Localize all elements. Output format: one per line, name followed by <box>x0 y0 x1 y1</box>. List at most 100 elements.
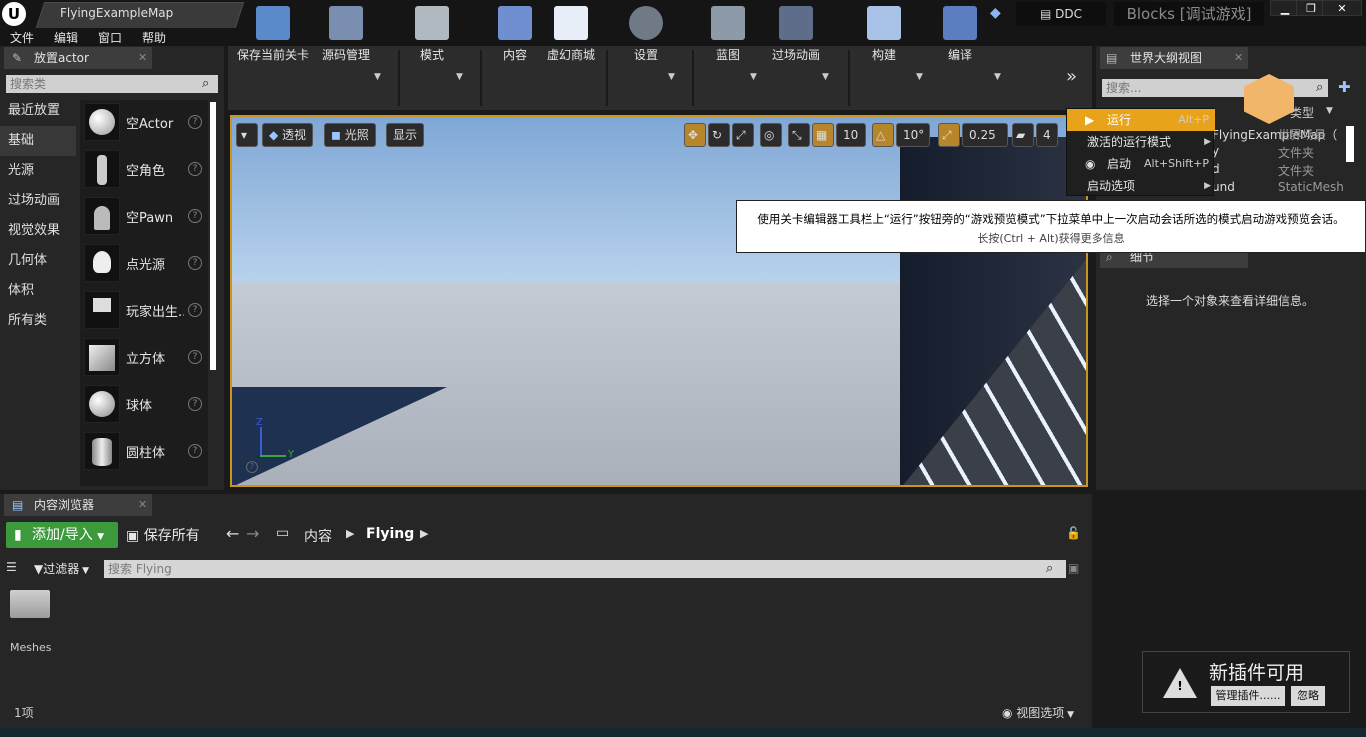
folder-icon[interactable] <box>10 590 50 618</box>
blueprints-dropdown[interactable]: ▼ <box>750 72 757 82</box>
menu-item-launch-options[interactable]: 启动选项 ▶ <box>1067 175 1215 197</box>
menu-edit[interactable]: 编辑 <box>54 29 78 46</box>
scale-icon[interactable]: ⤢ <box>732 123 754 147</box>
show-button[interactable]: 显示 <box>386 123 425 147</box>
modes-dropdown[interactable]: ▼ <box>456 72 463 82</box>
category-basic[interactable]: 基础 <box>0 126 76 156</box>
menu-help[interactable]: 帮助 <box>142 29 166 46</box>
save-search-icon[interactable]: ▣ <box>1068 561 1079 575</box>
rotation-snap-icon[interactable]: △ <box>872 123 894 147</box>
filters-button[interactable]: ▼过滤器 ▼ <box>34 560 89 577</box>
content-browser-tab[interactable]: ▤ 内容浏览器 ✕ <box>4 494 152 516</box>
rotation-snap-value[interactable]: 10° <box>896 123 930 147</box>
add-import-button[interactable]: ▮ 添加/导入 ▼ <box>6 522 118 548</box>
grid-snap-value[interactable]: 10 <box>836 123 866 147</box>
folder-icon[interactable]: ▭ <box>276 525 289 541</box>
build-dropdown[interactable]: ▼ <box>916 72 923 82</box>
actor-item-sphere[interactable]: 球体 ? <box>82 383 206 427</box>
settings-dropdown[interactable]: ▼ <box>668 72 675 82</box>
category-recent[interactable]: 最近放置 <box>0 96 76 126</box>
manage-plugins-button[interactable]: 管理插件...... <box>1211 686 1285 706</box>
marketplace-button[interactable]: 虚幻商城 <box>542 4 600 62</box>
category-cinematic[interactable]: 过场动画 <box>0 186 76 216</box>
add-folder-icon[interactable]: ✚ <box>1338 78 1351 96</box>
cinematics-button[interactable]: 过场动画 <box>768 4 824 62</box>
save-all-button[interactable]: ▣ 保存所有 <box>126 525 200 545</box>
folder-label[interactable]: Meshes <box>10 641 51 654</box>
content-search-input[interactable]: 搜索 Flying <box>104 560 1066 578</box>
menu-item-launch[interactable]: ◉ 启动 Alt+Shift+P <box>1067 153 1215 175</box>
breadcrumb-content[interactable]: 内容 <box>304 526 332 546</box>
menu-item-active-play-mode[interactable]: 激活的运行模式 ▶ <box>1067 131 1215 153</box>
category-all-classes[interactable]: 所有类 <box>0 306 76 336</box>
content-button[interactable]: 内容 <box>490 4 540 62</box>
place-actor-search-input[interactable]: 搜索类 <box>6 75 218 93</box>
outliner-scrollbar[interactable] <box>1346 126 1354 162</box>
help-icon[interactable]: ? <box>188 303 202 317</box>
translate-icon[interactable]: ✥ <box>684 123 706 147</box>
modes-button[interactable]: 模式 <box>404 4 460 62</box>
rotate-icon[interactable]: ↻ <box>708 123 730 147</box>
actor-item-cube[interactable]: 立方体 ? <box>82 336 206 380</box>
help-icon[interactable]: ? <box>246 461 258 473</box>
close-window-button[interactable]: ✕ <box>1322 0 1362 16</box>
help-icon[interactable]: ? <box>188 209 202 223</box>
viewport-options-dropdown[interactable]: ▾ <box>236 123 258 147</box>
world-outliner-tab[interactable]: ▤ 世界大纲视图 ✕ <box>1100 47 1248 69</box>
actor-item-point-light[interactable]: 点光源 ? <box>82 242 206 286</box>
surface-snap-icon[interactable]: ⤡ <box>788 123 810 147</box>
perspective-button[interactable]: ◆ 透视 <box>262 123 314 147</box>
camera-speed-icon[interactable]: ▰ <box>1012 123 1034 147</box>
view-options-dropdown[interactable]: ▼ <box>1326 106 1333 116</box>
lock-icon[interactable]: 🔓 <box>1066 526 1081 540</box>
help-icon[interactable]: ? <box>188 115 202 129</box>
close-icon[interactable]: ✕ <box>138 494 147 516</box>
sources-panel-toggle-icon[interactable]: ☰ <box>6 560 17 574</box>
source-control-dropdown[interactable]: ▼ <box>374 72 381 82</box>
save-current-level-button[interactable]: 保存当前关卡 <box>234 4 312 62</box>
outliner-search-input[interactable]: 搜索... <box>1102 79 1328 97</box>
actor-item-empty-pawn[interactable]: 空Pawn ? <box>82 195 206 239</box>
close-icon[interactable]: ✕ <box>138 47 147 69</box>
place-actor-tab[interactable]: ✎ 放置actor ✕ <box>4 47 152 69</box>
help-icon[interactable]: ? <box>188 350 202 364</box>
breadcrumb-separator-icon[interactable]: ▶ <box>346 527 354 540</box>
breadcrumb-separator-icon[interactable]: ▶ <box>420 527 428 540</box>
learn-icon[interactable]: ◆ <box>990 5 1006 21</box>
cinematics-dropdown[interactable]: ▼ <box>822 72 829 82</box>
actor-item-cylinder[interactable]: 圆柱体 ? <box>82 430 206 474</box>
compile-button[interactable]: 编译 <box>932 4 988 62</box>
actor-item-player-start[interactable]: 玩家出生... ? <box>82 289 206 333</box>
world-space-icon[interactable]: ◎ <box>760 123 782 147</box>
category-geometry[interactable]: 几何体 <box>0 246 76 276</box>
category-visual-effects[interactable]: 视觉效果 <box>0 216 76 246</box>
category-volumes[interactable]: 体积 <box>0 276 76 306</box>
view-options-button[interactable]: ◉ 视图选项 ▼ <box>1002 704 1074 721</box>
forward-arrow-icon[interactable]: → <box>246 524 259 543</box>
camera-speed-value[interactable]: 4 <box>1036 123 1058 147</box>
build-button[interactable]: 构建 <box>856 4 912 62</box>
grid-snap-icon[interactable]: ▦ <box>812 123 834 147</box>
blueprints-button[interactable]: 蓝图 <box>700 4 756 62</box>
outliner-row-name[interactable]: und <box>1212 180 1235 194</box>
toolbar-overflow-chevron-icon[interactable]: » <box>1066 66 1077 87</box>
help-icon[interactable]: ? <box>188 162 202 176</box>
lit-button[interactable]: ◼ 光照 <box>324 123 376 147</box>
scale-snap-value[interactable]: 0.25 <box>962 123 1008 147</box>
scale-snap-icon[interactable]: ⤢ <box>938 123 960 147</box>
ddc-button[interactable]: ▤ DDC <box>1016 2 1106 26</box>
actor-item-empty-character[interactable]: 空角色 ? <box>82 148 206 192</box>
category-lights[interactable]: 光源 <box>0 156 76 186</box>
actor-list-scrollbar[interactable] <box>210 102 216 370</box>
help-icon[interactable]: ? <box>188 444 202 458</box>
level-viewport[interactable]: ▾ ◆ 透视 ◼ 光照 显示 ✥ ↻ ⤢ ◎ ⤡ ▦ 10 △ 10° ⤢ 0.… <box>230 115 1088 487</box>
actor-item-empty-actor[interactable]: 空Actor ? <box>82 101 206 145</box>
back-arrow-icon[interactable]: ← <box>226 524 239 543</box>
help-icon[interactable]: ? <box>188 397 202 411</box>
menu-window[interactable]: 窗口 <box>98 29 122 46</box>
menu-file[interactable]: 文件 <box>10 29 34 46</box>
ignore-button[interactable]: 忽略 <box>1291 686 1325 706</box>
close-icon[interactable]: ✕ <box>1234 47 1243 69</box>
breadcrumb-flying[interactable]: Flying <box>366 526 414 542</box>
source-control-button[interactable]: 源码管理 <box>316 4 376 62</box>
